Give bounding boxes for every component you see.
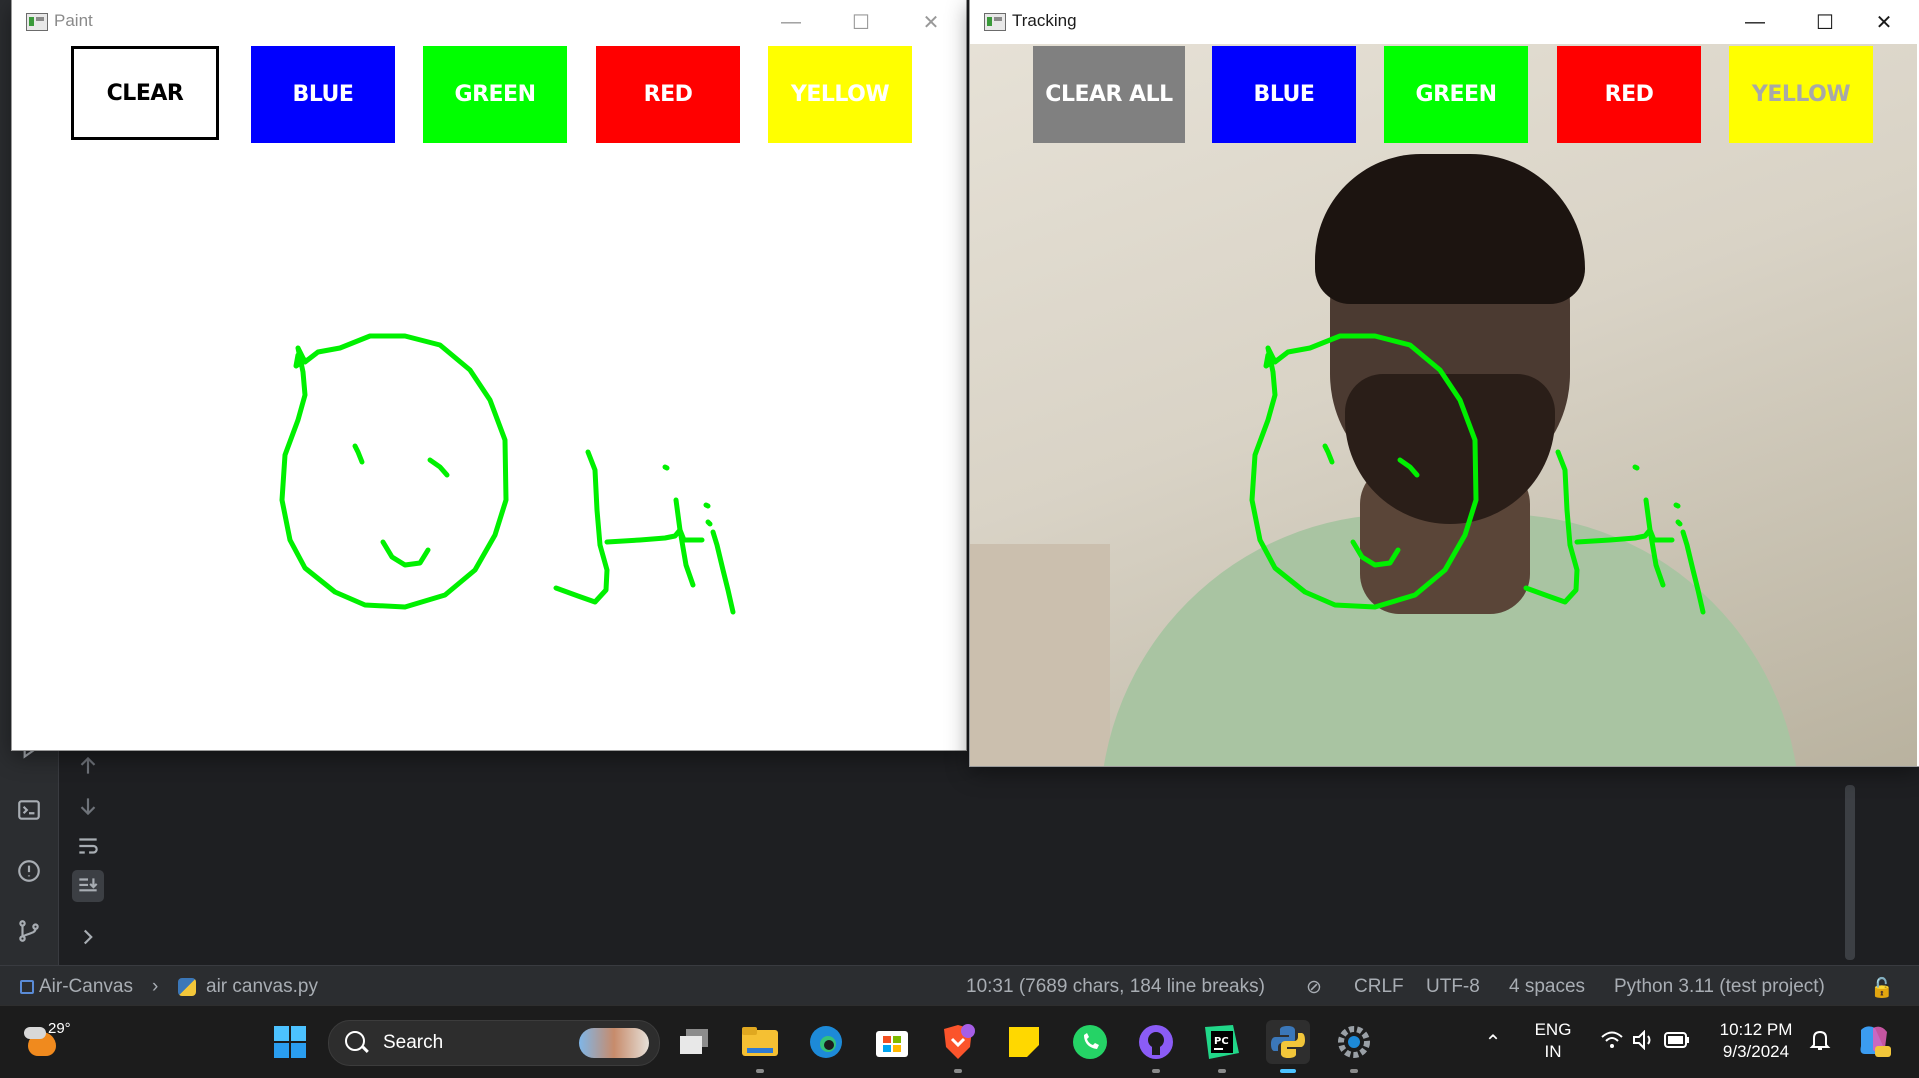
search-icon-handle: [362, 1045, 369, 1053]
left-eye-stroke: [1322, 443, 1335, 465]
letter-h-bar-stroke: [1574, 527, 1675, 545]
settings-icon[interactable]: [1332, 1020, 1376, 1073]
tracking-window-title: Tracking: [1012, 11, 1077, 30]
taskbar-search[interactable]: Search: [328, 1020, 660, 1066]
letter-i-stroke: [1680, 529, 1706, 615]
search-placeholder: Search: [383, 1032, 444, 1053]
minimize-button[interactable]: —: [756, 0, 826, 44]
paint-drawing: [279, 333, 736, 615]
paint-window-title: Paint: [54, 11, 93, 30]
problems-icon[interactable]: [15, 857, 43, 885]
minimize-button[interactable]: —: [1720, 0, 1790, 44]
right-eye-stroke: [1397, 457, 1420, 478]
running-indicator: [1152, 1069, 1160, 1073]
language-code: ENG: [1534, 1020, 1572, 1039]
dot-stroke-3: [1675, 519, 1683, 527]
mouth-stroke: [380, 539, 431, 568]
letter-i-stroke: [710, 529, 736, 615]
paint-canvas[interactable]: CLEAR BLUE GREEN RED YELLOW: [12, 44, 966, 750]
running-indicator: [954, 1069, 962, 1073]
letter-j-stroke: [553, 449, 610, 605]
face-outline-stroke: [1249, 333, 1479, 610]
project-square-icon: [20, 980, 34, 994]
running-indicator: [1350, 1069, 1358, 1073]
caret-position[interactable]: 10:31 (7689 chars, 184 line breaks): [966, 976, 1265, 998]
whatsapp-icon[interactable]: [1068, 1020, 1112, 1064]
scroll-to-end-icon[interactable]: [72, 870, 104, 902]
clock[interactable]: 10:12 PM 9/3/2024: [1706, 1019, 1806, 1063]
app-window-icon: [26, 13, 48, 31]
breadcrumb-project[interactable]: Air-Canvas: [39, 976, 133, 998]
arrow-down-icon[interactable]: [74, 792, 102, 820]
breadcrumb-file[interactable]: air canvas.py: [206, 976, 318, 998]
svg-text:PC: PC: [1214, 1036, 1229, 1047]
indent-setting[interactable]: 4 spaces: [1509, 976, 1585, 998]
console-toolbar: [70, 740, 110, 965]
clock-date: 9/3/2024: [1722, 1042, 1790, 1061]
python-interpreter[interactable]: Python 3.11 (test project): [1614, 976, 1825, 998]
language-region: IN: [1544, 1042, 1562, 1061]
webcam-feed: CLEAR ALL BLUE GREEN RED YELLOW: [970, 44, 1917, 766]
face-outline-stroke: [279, 333, 509, 610]
clock-time: 10:12 PM: [1719, 1020, 1793, 1039]
microsoft-store-icon[interactable]: [870, 1020, 914, 1064]
cloud-icon: [24, 1027, 46, 1039]
file-explorer-icon[interactable]: [738, 1020, 782, 1073]
left-eye-stroke: [352, 443, 365, 465]
language-indicator[interactable]: ENG IN: [1528, 1019, 1578, 1063]
dot-stroke-1: [662, 464, 670, 471]
search-highlight-image: [579, 1028, 649, 1058]
maximize-button[interactable]: ☐: [826, 0, 896, 44]
tracking-window: Tracking — ☐ ✕ CLEAR ALL BLUE GREEN RED …: [970, 0, 1919, 766]
tracking-titlebar[interactable]: Tracking — ☐ ✕: [970, 0, 1919, 44]
chevron-right-icon[interactable]: [74, 923, 102, 951]
wifi-icon[interactable]: [1600, 1030, 1624, 1055]
pycharm-icon[interactable]: PC: [1200, 1020, 1244, 1073]
python-file-icon: [178, 978, 196, 996]
lock-icon[interactable]: 🔓: [1870, 976, 1894, 1000]
git-icon[interactable]: [15, 917, 43, 945]
dot-stroke-3: [705, 519, 713, 527]
paint-window: Paint — ☐ ✕ CLEAR BLUE GREEN RED YELLOW: [12, 0, 966, 750]
line-ending[interactable]: CRLF: [1354, 976, 1404, 998]
soft-wrap-icon[interactable]: [74, 832, 102, 860]
windows-taskbar: 29° Search PC ⌃ ENG IN 10:12 PM 9/3/2024: [0, 1005, 1919, 1078]
notification-bell-icon[interactable]: [1808, 1028, 1832, 1057]
file-encoding[interactable]: UTF-8: [1426, 976, 1480, 998]
inspections-off-icon[interactable]: ⊘: [1306, 976, 1322, 999]
weather-widget[interactable]: 29°: [24, 1018, 84, 1068]
mouth-stroke: [1350, 539, 1401, 568]
arrow-up-icon[interactable]: [74, 752, 102, 780]
dot-stroke-2: [703, 502, 711, 509]
chevron-right-icon: ›: [152, 976, 159, 997]
show-hidden-icons-chevron-up-icon[interactable]: ⌃: [1471, 1020, 1515, 1064]
app-window-icon: [984, 13, 1006, 31]
sticky-notes-icon[interactable]: [1002, 1020, 1046, 1064]
ide-status-bar: Air-Canvas › air canvas.py 10:31 (7689 c…: [0, 965, 1919, 1006]
volume-icon[interactable]: [1632, 1029, 1656, 1055]
python-icon[interactable]: [1266, 1020, 1310, 1073]
console-scrollbar[interactable]: [1845, 785, 1855, 960]
running-indicator: [1218, 1069, 1226, 1073]
github-desktop-icon[interactable]: [1134, 1020, 1178, 1073]
battery-icon[interactable]: [1664, 1032, 1690, 1053]
tracking-drawing-overlay: [1249, 333, 1706, 615]
task-view-icon[interactable]: [672, 1020, 716, 1064]
dot-stroke-1: [1632, 464, 1640, 471]
right-eye-stroke: [427, 457, 450, 478]
edge-icon[interactable]: [804, 1020, 848, 1064]
letter-h-bar-stroke: [604, 527, 705, 545]
paint-titlebar[interactable]: Paint — ☐ ✕: [12, 0, 966, 44]
start-button[interactable]: [268, 1020, 312, 1064]
running-indicator: [756, 1069, 764, 1073]
letter-j-stroke: [1523, 449, 1580, 605]
copilot-icon[interactable]: [1855, 1022, 1893, 1065]
active-indicator: [1280, 1069, 1296, 1073]
close-button[interactable]: ✕: [1849, 0, 1919, 44]
dot-stroke-2: [1673, 502, 1681, 509]
brave-icon[interactable]: [936, 1020, 980, 1073]
close-button[interactable]: ✕: [896, 0, 966, 44]
terminal-icon[interactable]: [15, 796, 43, 824]
weather-temperature: 29°: [48, 1020, 71, 1037]
